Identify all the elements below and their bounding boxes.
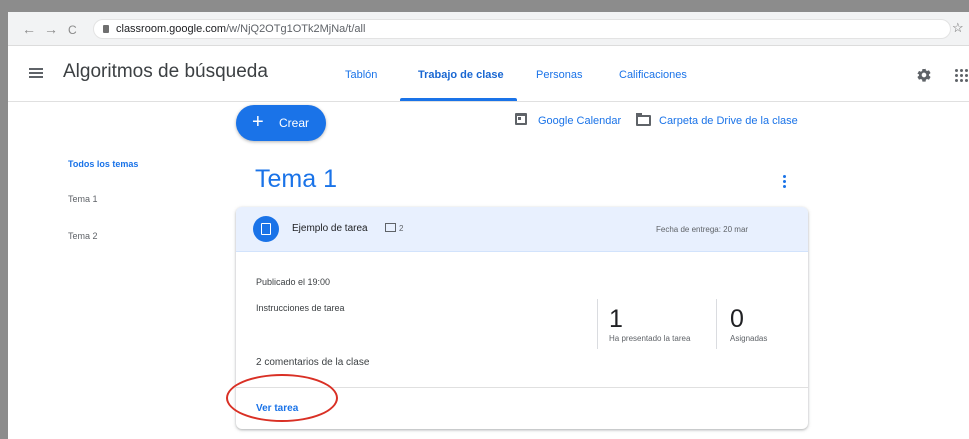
- class-title[interactable]: Algoritmos de búsqueda: [63, 61, 268, 83]
- app-header: Algoritmos de búsqueda Tablón Trabajo de…: [8, 47, 969, 102]
- create-button[interactable]: + Crear: [236, 105, 326, 141]
- annotation-ellipse: [226, 374, 338, 422]
- turned-in-label: Ha presentado la tarea: [609, 334, 691, 343]
- class-comments-link[interactable]: 2 comentarios de la clase: [256, 357, 369, 368]
- folder-icon: [636, 113, 651, 126]
- sidebar-item-all-topics[interactable]: Todos los temas: [68, 159, 138, 169]
- tab-grades[interactable]: Calificaciones: [619, 69, 687, 81]
- assigned-label: Asignadas: [730, 334, 768, 343]
- due-date: Fecha de entrega: 20 mar: [656, 225, 749, 234]
- comment-count: 2: [399, 224, 404, 233]
- topic-title: Tema 1: [255, 165, 337, 193]
- active-tab-indicator: [400, 98, 517, 101]
- tab-people[interactable]: Personas: [536, 69, 582, 81]
- assignment-header[interactable]: Ejemplo de tarea 2 Fecha de entrega: 20 …: [236, 207, 808, 252]
- plus-icon: +: [252, 111, 264, 133]
- forward-button[interactable]: →: [44, 21, 58, 37]
- assigned-count[interactable]: 0: [730, 305, 744, 334]
- url-path: /w/NjQ2OTg1OTk2MjNa/t/all: [226, 23, 366, 35]
- stat-divider: [597, 299, 598, 349]
- create-label: Crear: [279, 116, 310, 130]
- google-calendar-link[interactable]: Google Calendar: [538, 115, 621, 127]
- settings-gear-icon[interactable]: [916, 67, 932, 83]
- sidebar-item-tema-1[interactable]: Tema 1: [68, 194, 98, 204]
- assignment-title[interactable]: Ejemplo de tarea: [292, 223, 368, 234]
- reload-button[interactable]: C: [68, 22, 77, 38]
- calendar-icon: [515, 113, 527, 125]
- menu-icon[interactable]: [29, 68, 43, 78]
- apps-grid-icon[interactable]: [955, 69, 968, 82]
- lock-icon: [103, 25, 109, 33]
- drive-folder-link[interactable]: Carpeta de Drive de la clase: [659, 115, 798, 127]
- sidebar-item-tema-2[interactable]: Tema 2: [68, 231, 98, 241]
- assignment-icon: [253, 216, 279, 242]
- screen-frame: ← → C classroom.google.com/w/NjQ2OTg1OTk…: [8, 12, 969, 439]
- assignment-instructions: Instrucciones de tarea: [256, 303, 345, 313]
- tab-classwork[interactable]: Trabajo de clase: [418, 69, 504, 81]
- comment-icon: [385, 223, 396, 232]
- browser-toolbar: ← → C classroom.google.com/w/NjQ2OTg1OTk…: [8, 12, 969, 46]
- turned-in-count[interactable]: 1: [609, 305, 623, 334]
- tab-stream[interactable]: Tablón: [345, 69, 377, 81]
- address-bar[interactable]: classroom.google.com/w/NjQ2OTg1OTk2MjNa/…: [93, 19, 951, 39]
- bookmark-star-icon[interactable]: ☆: [952, 20, 964, 36]
- stat-divider: [716, 299, 717, 349]
- url-text: classroom.google.com/w/NjQ2OTg1OTk2MjNa/…: [116, 23, 365, 35]
- more-vert-icon[interactable]: [783, 175, 787, 189]
- back-button[interactable]: ←: [22, 21, 36, 37]
- url-host: classroom.google.com: [116, 23, 227, 35]
- posted-time: Publicado el 19:00: [256, 277, 331, 287]
